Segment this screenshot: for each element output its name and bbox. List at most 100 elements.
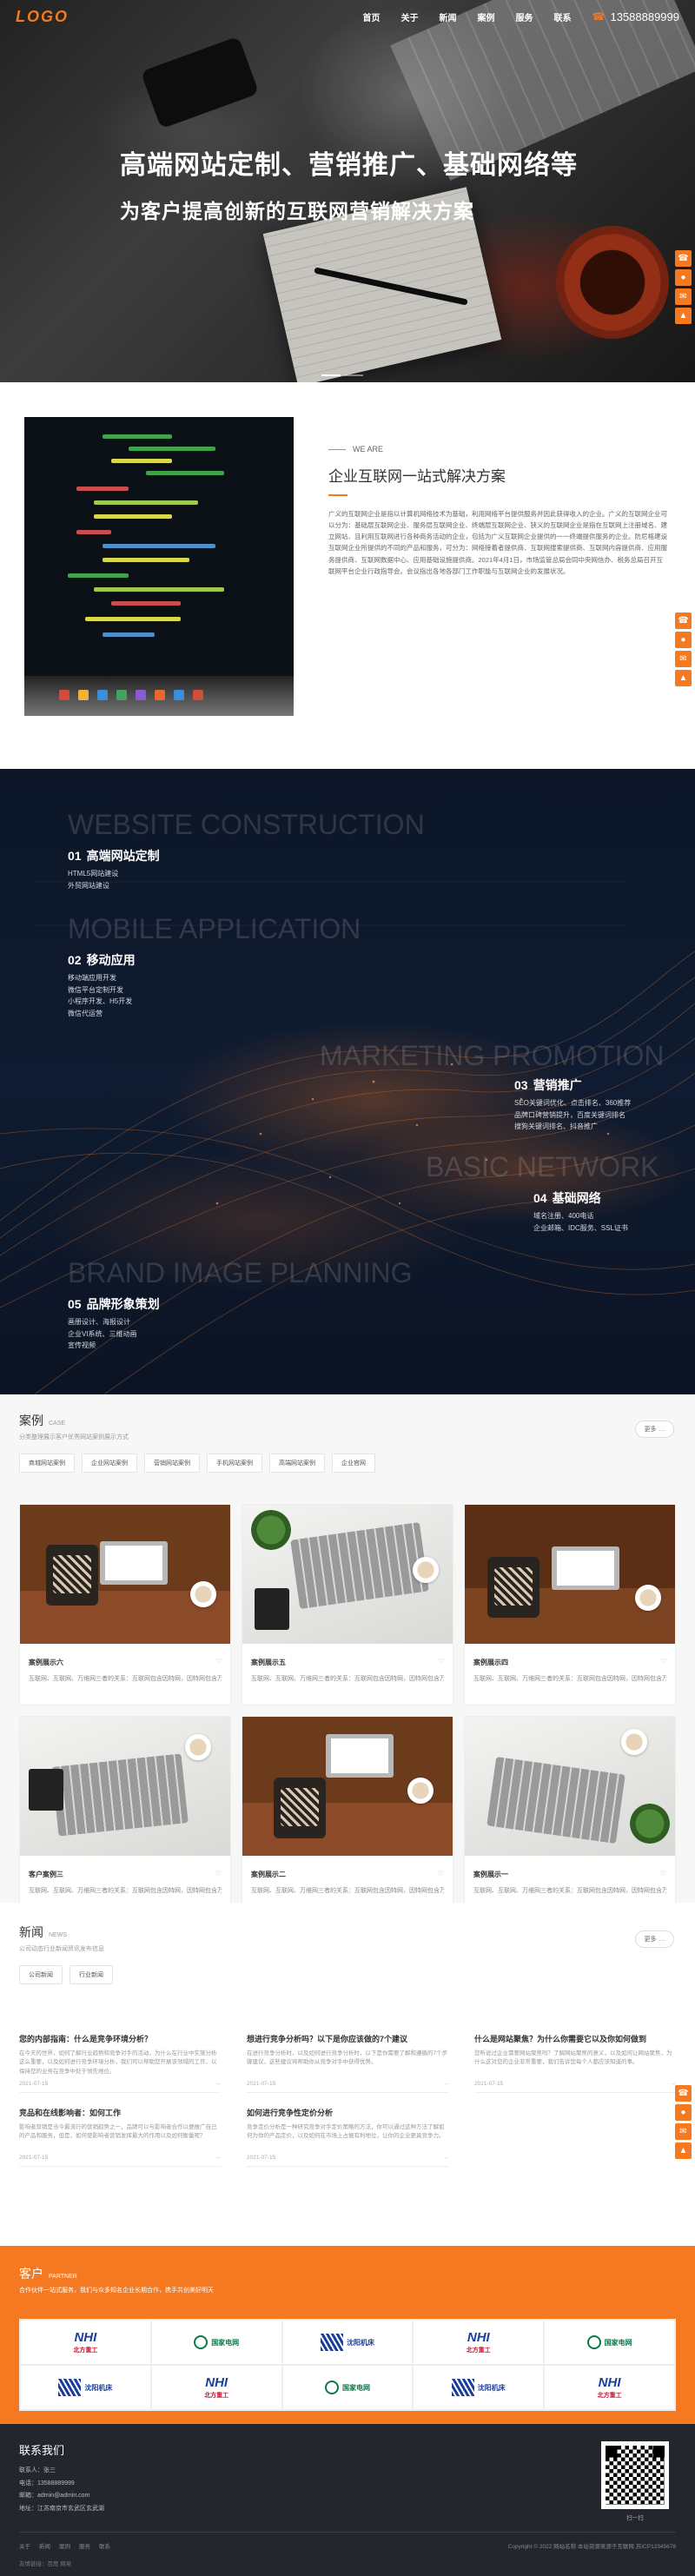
mail-icon[interactable]: ✉ bbox=[675, 2123, 692, 2140]
mail-icon[interactable]: ✉ bbox=[675, 651, 692, 667]
news-item[interactable]: 竞品和在线影响者：如何工作 影响者营销是当今最流行的营销趋势之一，品牌可以与影响… bbox=[19, 2107, 221, 2167]
case-card[interactable]: 案例展示六 ♡ 互联网、互联网、万维网三者的关系：互联网包含因特网，因特网包含万维… bbox=[19, 1504, 231, 1705]
case-desc: 互联网、互联网、万维网三者的关系：互联网包含因特网，因特网包含万维网 bbox=[29, 1888, 222, 1894]
news-item[interactable]: 什么是网站聚焦？为什么你需要它以及你如何做到 您听说过企业需要网站聚焦吗？了解网… bbox=[474, 2033, 676, 2093]
heart-icon[interactable]: ♡ bbox=[215, 1870, 222, 1879]
site-logo[interactable]: LOGO bbox=[16, 8, 69, 26]
news-item[interactable]: 如何进行竞争性定价分析 竞争定价分析是一种研究竞争对手定价策略的方法，你可以通过… bbox=[247, 2107, 448, 2167]
footer-link[interactable]: 关于 bbox=[19, 2541, 30, 2550]
hero-banner: LOGO 首页 关于 新闻 案例 服务 联系 ☎ 13588889999 高端网… bbox=[0, 0, 695, 382]
heart-icon[interactable]: ♡ bbox=[215, 1658, 222, 1667]
case-desc: 互联网、互联网、万维网三者的关系：互联网包含因特网，因特网包含万维网 bbox=[29, 1676, 222, 1682]
client-logo[interactable]: 国家电网 bbox=[150, 2320, 282, 2365]
wechat-icon[interactable]: ● bbox=[675, 632, 692, 648]
service-number: 02 bbox=[68, 953, 82, 967]
client-logo[interactable]: NHI 北方重工 bbox=[20, 2320, 151, 2365]
logo-text: 沈阳机床 bbox=[58, 2379, 112, 2396]
case-card[interactable]: 案例展示二 ♡ 互联网、互联网、万维网三者的关系：互联网包含因特网，因特网包含万维… bbox=[242, 1716, 453, 1917]
arrow-right-icon[interactable]: → bbox=[215, 2081, 222, 2087]
wechat-icon[interactable]: ● bbox=[675, 2104, 692, 2121]
mail-icon[interactable]: ✉ bbox=[675, 288, 692, 305]
friend-links[interactable]: 友情链接：百度 网易 bbox=[19, 2559, 71, 2567]
news-tab[interactable]: 行业新闻 bbox=[70, 1965, 113, 1984]
client-logo[interactable]: 国家电网 bbox=[281, 2365, 414, 2410]
qr-code bbox=[601, 2441, 669, 2509]
slider-dot[interactable] bbox=[344, 374, 363, 376]
news-item[interactable]: 想进行竞争分析吗？以下是你应该做的7个建议 在进行竞争分析时，以及如何进行竞争分… bbox=[247, 2033, 448, 2093]
heart-icon[interactable]: ♡ bbox=[438, 1658, 444, 1667]
filter-tab[interactable]: 企业网站案例 bbox=[82, 1454, 137, 1473]
nav-item-services[interactable]: 服务 bbox=[516, 10, 533, 23]
service-item: 移动端应用开发 bbox=[68, 974, 116, 982]
slider-dot[interactable] bbox=[321, 374, 341, 376]
footer-link[interactable]: 服务 bbox=[79, 2541, 90, 2550]
news-title[interactable]: 如何进行竞争性定价分析 bbox=[247, 2107, 448, 2118]
news-title[interactable]: 您的内部指南：什么是竞争环境分析？ bbox=[19, 2033, 221, 2044]
case-card[interactable]: 案例展示四 ♡ 互联网、互联网、万维网三者的关系：互联网包含因特网，因特网包含万维… bbox=[464, 1504, 676, 1705]
heart-icon[interactable]: ♡ bbox=[660, 1870, 666, 1879]
client-logo[interactable]: 沈阳机床 bbox=[413, 2365, 545, 2410]
nav-item-about[interactable]: 关于 bbox=[401, 10, 419, 23]
slider-dots bbox=[321, 374, 363, 376]
client-logo[interactable]: NHI 北方重工 bbox=[413, 2320, 545, 2365]
filter-tab[interactable]: 高端网站案例 bbox=[269, 1454, 325, 1473]
client-logo[interactable]: 沈阳机床 bbox=[281, 2320, 414, 2365]
logo-subtext: 北方重工 bbox=[73, 2347, 98, 2354]
section-heading: 客户 PARTNER bbox=[19, 2265, 676, 2282]
more-cases-button[interactable]: 更多… bbox=[635, 1420, 674, 1438]
nav-item-contact[interactable]: 联系 bbox=[554, 10, 572, 23]
service-number: 03 bbox=[514, 1078, 528, 1092]
news-title[interactable]: 想进行竞争分析吗？以下是你应该做的7个建议 bbox=[247, 2033, 448, 2044]
more-news-button[interactable]: 更多… bbox=[635, 1930, 674, 1948]
footer-link[interactable]: 案例 bbox=[59, 2541, 70, 2550]
case-image bbox=[242, 1717, 453, 1856]
service-items: 移动端应用开发 微信平台定制开发 小程序开发、H5开发 微信代运营 bbox=[68, 972, 132, 1019]
service-title: 03 营销推广 bbox=[514, 1076, 582, 1094]
case-card[interactable]: 客户案例三 ♡ 互联网、互联网、万维网三者的关系：互联网包含因特网，因特网包含万维… bbox=[19, 1716, 231, 1917]
case-card[interactable]: 案例展示一 ♡ 互联网、互联网、万维网三者的关系：互联网包含因特网，因特网包含万维… bbox=[464, 1716, 676, 1917]
hotline: ☎ 13588889999 bbox=[592, 10, 679, 23]
client-logo[interactable]: NHI 北方重工 bbox=[150, 2365, 282, 2410]
section-heading: 案例 CASE bbox=[19, 1412, 676, 1429]
service-name: 移动应用 bbox=[86, 953, 136, 967]
contact-email[interactable]: 邮箱：admin@admin.com bbox=[19, 2490, 676, 2503]
news-title[interactable]: 什么是网站聚焦？为什么你需要它以及你如何做到 bbox=[474, 2033, 676, 2044]
arrow-right-icon[interactable]: → bbox=[443, 2081, 449, 2087]
nav-item-news[interactable]: 新闻 bbox=[440, 10, 457, 23]
filter-tab[interactable]: 手机网站案例 bbox=[207, 1454, 262, 1473]
wechat-icon[interactable]: ● bbox=[675, 269, 692, 286]
nav-item-home[interactable]: 首页 bbox=[363, 10, 381, 23]
more-icon: … bbox=[659, 1426, 665, 1433]
arrow-right-icon[interactable]: → bbox=[443, 2155, 449, 2161]
top-icon[interactable]: ▲ bbox=[675, 670, 692, 686]
service-en-title: WEBSITE CONSTRUCTION bbox=[68, 809, 425, 840]
heart-icon[interactable]: ♡ bbox=[438, 1870, 444, 1879]
heart-icon[interactable]: ♡ bbox=[660, 1658, 666, 1667]
phone-icon[interactable]: ☎ bbox=[675, 250, 692, 267]
top-icon[interactable]: ▲ bbox=[675, 2142, 692, 2159]
news-item[interactable]: 您的内部指南：什么是竞争环境分析？ 在今天的世界，如何了解行业趋势和竞争对手的活… bbox=[19, 2033, 221, 2093]
arrow-right-icon[interactable]: → bbox=[215, 2155, 222, 2161]
globe-icon bbox=[586, 2335, 601, 2349]
client-logo[interactable]: NHI 北方重工 bbox=[544, 2365, 675, 2410]
case-image bbox=[465, 1505, 675, 1644]
filter-tab[interactable]: 商城网站案例 bbox=[19, 1454, 75, 1473]
filter-tab[interactable]: 营销网站案例 bbox=[144, 1454, 200, 1473]
phone-icon[interactable]: ☎ bbox=[675, 613, 692, 629]
service-item: 域名注册、400电话 bbox=[533, 1212, 594, 1220]
news-tab[interactable]: 公司新闻 bbox=[19, 1965, 63, 1984]
footer-link[interactable]: 联系 bbox=[99, 2541, 110, 2550]
client-logo[interactable]: 国家电网 bbox=[544, 2320, 675, 2365]
footer-link[interactable]: 新闻 bbox=[39, 2541, 50, 2550]
filter-tab[interactable]: 企业官网 bbox=[332, 1454, 375, 1473]
top-icon[interactable]: ▲ bbox=[675, 308, 692, 324]
news-desc: 在今天的世界，如何了解行业趋势和竞争对手的活动，为什么在行业中实施分析这么重要，… bbox=[19, 2050, 217, 2075]
case-title: 案例展示四 bbox=[473, 1659, 508, 1666]
phone-icon[interactable]: ☎ bbox=[675, 2085, 692, 2102]
copyright: Copyright © 2022 网站名称 本站资源来源于互联网 苏ICP123… bbox=[507, 2544, 676, 2550]
news-title[interactable]: 竞品和在线影响者：如何工作 bbox=[19, 2107, 221, 2118]
service-item: 微信平台定制开发 bbox=[68, 985, 123, 994]
case-card[interactable]: 案例展示五 ♡ 互联网、互联网、万维网三者的关系：互联网包含因特网，因特网包含万维… bbox=[242, 1504, 453, 1705]
nav-item-cases[interactable]: 案例 bbox=[478, 10, 495, 23]
client-logo[interactable]: 沈阳机床 bbox=[20, 2365, 151, 2410]
